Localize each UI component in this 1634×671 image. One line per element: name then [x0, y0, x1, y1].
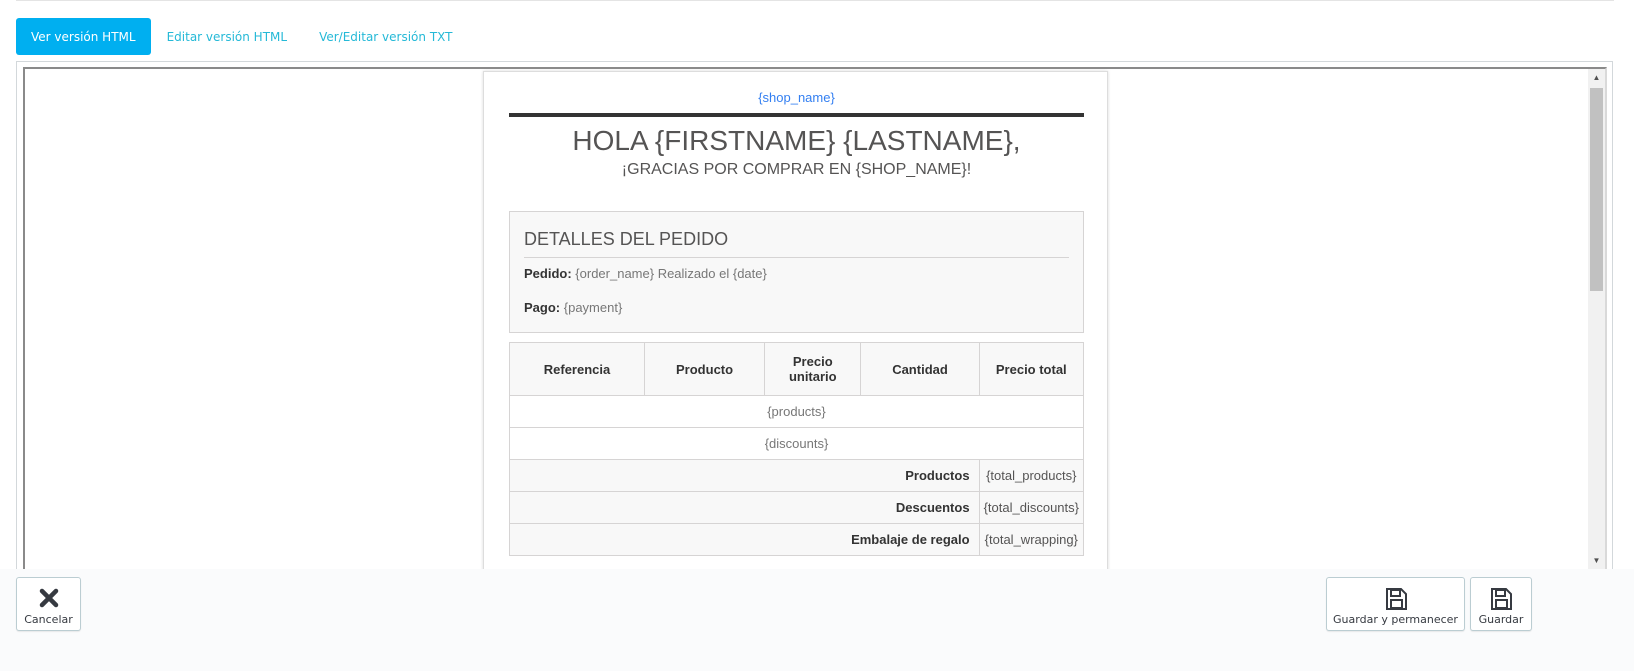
header-quantity: Cantidad [860, 342, 980, 396]
cancel-label: Cancelar [24, 613, 73, 626]
view-tabs: Ver versión HTML Editar versión HTML Ver… [16, 18, 469, 55]
footer-toolbar: Cancelar Guardar y permanecer Guardar [0, 569, 1634, 671]
header-total-price: Precio total [978, 342, 1085, 396]
preview-panel: {shop_name} HOLA {FIRSTNAME} {LASTNAME},… [16, 61, 1613, 577]
discounts-placeholder: {discounts} [509, 427, 1084, 460]
order-details-divider [524, 257, 1069, 258]
save-icon [1385, 588, 1407, 610]
top-divider [16, 0, 1614, 1]
table-header-row: Referencia Producto Precio unitario Cant… [509, 342, 1085, 396]
save-and-stay-button[interactable]: Guardar y permanecer [1326, 577, 1465, 631]
total-label: Descuentos [509, 491, 980, 524]
total-row: Productos {total_products} [509, 459, 1085, 492]
order-label: Pedido: [524, 266, 572, 281]
order-details-title: DETALLES DEL PEDIDO [524, 229, 729, 249]
email-greeting: HOLA {FIRSTNAME} {LASTNAME}, [572, 125, 1021, 156]
save-button[interactable]: Guardar [1470, 577, 1532, 631]
table-row: {products} [509, 395, 1084, 428]
order-line: Pedido: {order_name} Realizado el {date} [524, 266, 767, 281]
order-value: {order_name} Realizado el {date} [575, 266, 767, 281]
scroll-thumb[interactable] [1590, 88, 1603, 291]
tab-view-edit-txt[interactable]: Ver/Editar versión TXT [303, 18, 468, 55]
total-label: Productos [509, 459, 980, 492]
shop-name-link[interactable]: {shop_name} [509, 90, 1084, 105]
total-value: {total_discounts} [978, 491, 1085, 524]
close-icon [39, 588, 58, 608]
products-placeholder: {products} [509, 395, 1084, 428]
header-unit-price: Precio unitario [764, 342, 862, 396]
payment-value: {payment} [563, 300, 623, 315]
order-details-box: DETALLES DEL PEDIDO Pedido: {order_name}… [509, 211, 1084, 333]
scroll-down-icon[interactable]: ▼ [1588, 552, 1605, 569]
save-icon [1491, 588, 1512, 610]
header-product: Producto [643, 342, 766, 396]
email-thanks: ¡GRACIAS POR COMPRAR EN {SHOP_NAME}! [621, 161, 972, 178]
header-divider [509, 113, 1084, 117]
email-preview-frame[interactable]: {shop_name} HOLA {FIRSTNAME} {LASTNAME},… [23, 67, 1607, 571]
total-row: Descuentos {total_discounts} [509, 491, 1085, 524]
save-and-stay-label: Guardar y permanecer [1333, 613, 1458, 626]
header-reference: Referencia [509, 342, 645, 396]
payment-label: Pago: [524, 300, 561, 315]
email-body: {shop_name} HOLA {FIRSTNAME} {LASTNAME},… [483, 71, 1108, 569]
total-row: Embalaje de regalo {total_wrapping} [509, 523, 1085, 556]
tab-view-html[interactable]: Ver versión HTML [16, 18, 151, 55]
total-label: Embalaje de regalo [509, 523, 980, 556]
preview-scrollbar[interactable]: ▲ ▼ [1588, 69, 1605, 569]
payment-line: Pago: {payment} [524, 300, 622, 315]
total-value: {total_products} [978, 459, 1085, 492]
tab-edit-html[interactable]: Editar versión HTML [151, 18, 304, 55]
cancel-button[interactable]: Cancelar [16, 577, 81, 631]
table-row: {discounts} [509, 427, 1084, 460]
save-label: Guardar [1478, 613, 1524, 626]
total-value: {total_wrapping} [978, 523, 1085, 556]
scroll-up-icon[interactable]: ▲ [1588, 69, 1605, 86]
products-table: Referencia Producto Precio unitario Cant… [509, 342, 1085, 556]
